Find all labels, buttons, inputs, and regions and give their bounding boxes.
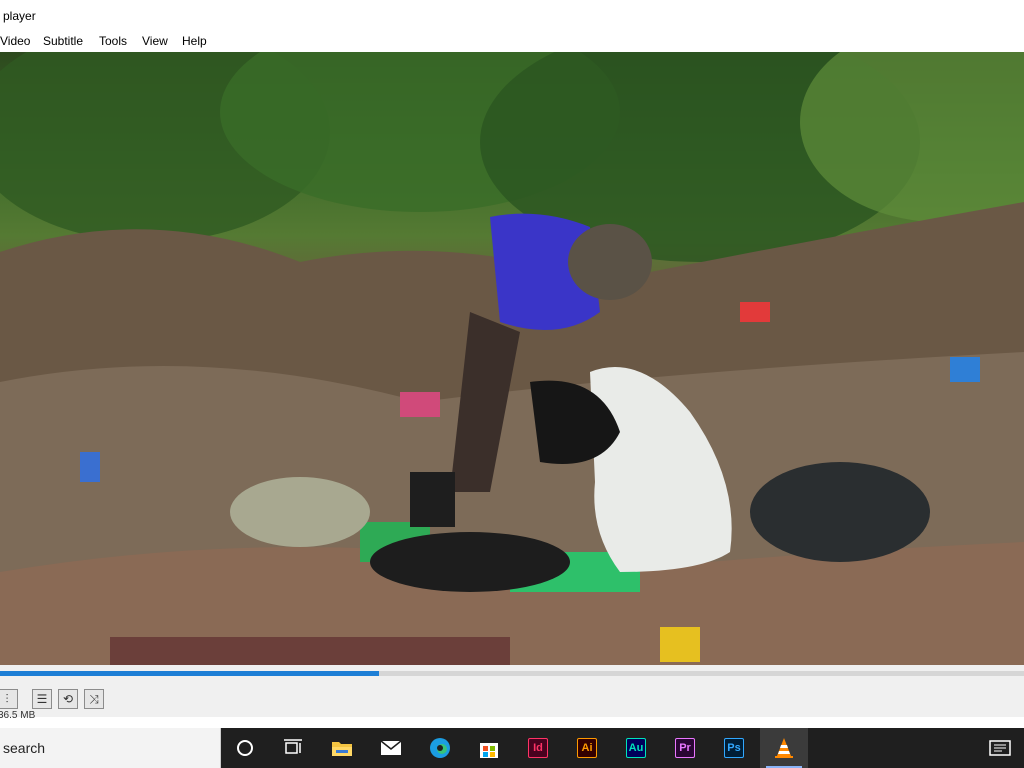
shuffle-icon: ⤨: [89, 692, 99, 706]
illustrator-button[interactable]: Ai: [563, 728, 611, 768]
task-view-icon: [284, 739, 302, 754]
search-label: search: [3, 740, 46, 756]
vlc-cone-icon: [775, 738, 793, 758]
audition-button[interactable]: Au: [612, 728, 660, 768]
status-file-size: 36.5 MB: [0, 710, 36, 721]
vlc-button[interactable]: [760, 728, 808, 768]
photoshop-button[interactable]: Ps: [710, 728, 758, 768]
menu-help[interactable]: Help: [182, 34, 207, 48]
playlist-icon: ☰: [36, 692, 48, 706]
task-view-button[interactable]: [269, 728, 317, 768]
window-title: player: [3, 9, 36, 23]
premiere-icon: Pr: [675, 738, 695, 758]
cortana-button[interactable]: [221, 728, 269, 768]
menu-video[interactable]: Video: [0, 34, 30, 48]
illustrator-icon: Ai: [577, 738, 597, 758]
indesign-button[interactable]: Id: [514, 728, 562, 768]
folder-icon: [332, 742, 352, 756]
taskbar: search Id Ai Au Pr Ps: [0, 728, 1024, 768]
photoshop-icon: Ps: [724, 738, 744, 758]
menu-subtitle[interactable]: Subtitle: [43, 34, 83, 48]
notifications-button[interactable]: [976, 728, 1024, 768]
premiere-button[interactable]: Pr: [661, 728, 709, 768]
video-frame[interactable]: [0, 52, 1024, 665]
edge-icon: [430, 738, 450, 758]
seek-progress: [0, 671, 379, 676]
video-scene: [0, 52, 1024, 665]
loop-icon: ⟲: [62, 692, 74, 706]
extended-settings-button[interactable]: ⫶: [0, 689, 18, 709]
store-icon: [480, 743, 498, 758]
mail-icon: [380, 740, 402, 755]
notification-icon: [989, 740, 1011, 756]
seek-track[interactable]: [0, 671, 1024, 676]
audition-icon: Au: [626, 738, 646, 758]
menu-bar: Video Subtitle Tools View Help: [0, 31, 1024, 52]
store-button[interactable]: [465, 728, 513, 768]
equalizer-icon: ⫶: [5, 692, 9, 706]
edge-button[interactable]: [416, 728, 464, 768]
menu-view[interactable]: View: [142, 34, 168, 48]
menu-tools[interactable]: Tools: [99, 34, 127, 48]
file-explorer-button[interactable]: [318, 728, 366, 768]
status-bar: 36.5 MB: [0, 710, 220, 724]
shuffle-button[interactable]: ⤨: [84, 689, 104, 709]
cortana-icon: [237, 740, 253, 756]
seek-bar[interactable]: [0, 665, 1024, 681]
loop-button[interactable]: ⟲: [58, 689, 78, 709]
indesign-icon: Id: [528, 738, 548, 758]
mail-button[interactable]: [367, 728, 415, 768]
taskbar-search-box[interactable]: search: [0, 728, 221, 768]
title-bar: player: [0, 0, 1024, 31]
playlist-button[interactable]: ☰: [32, 689, 52, 709]
